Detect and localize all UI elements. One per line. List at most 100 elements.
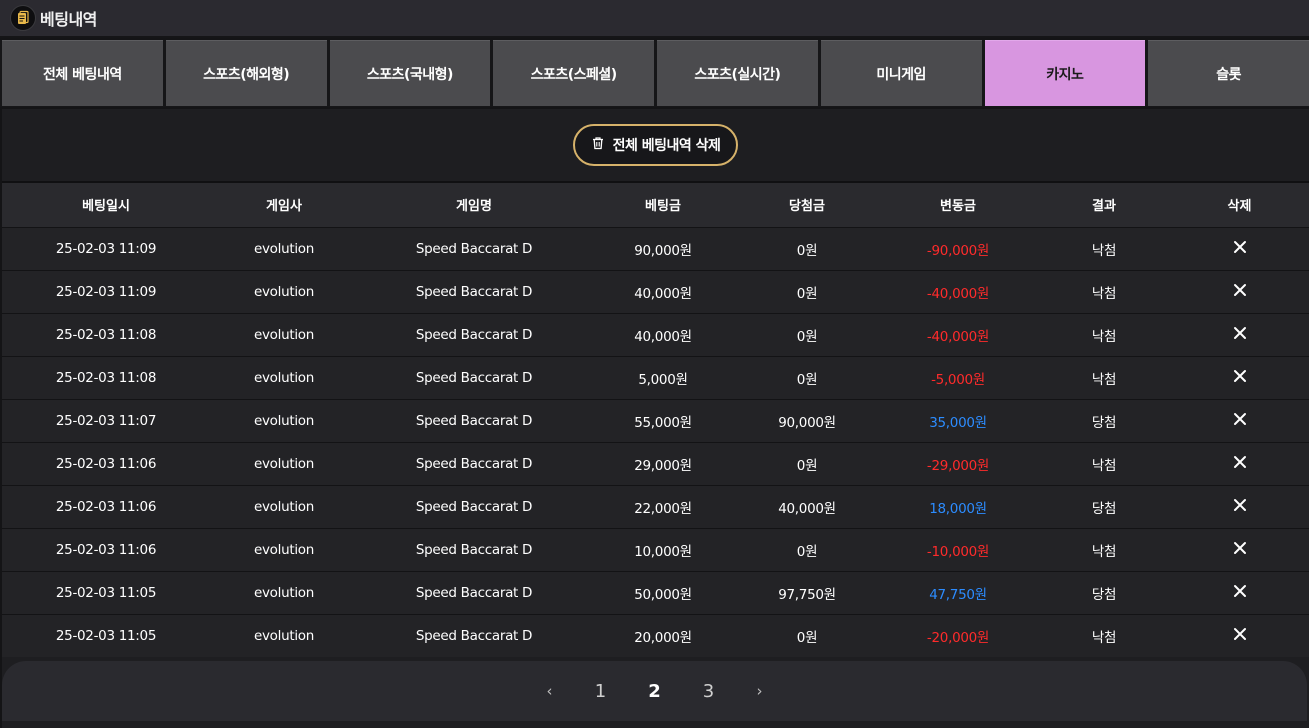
cell-change: 35,000원 [929,414,987,431]
page-3-button[interactable]: 3 [682,681,736,702]
table-row: 25-02-03 11:08 evolution Speed Baccarat D 4… [2,313,1309,356]
cell-game: Speed Baccarat D [415,283,533,300]
cell-provider: evolution [253,584,315,601]
page-1-button[interactable]: 1 [574,681,628,702]
cell-provider: evolution [253,627,315,644]
bet-history-panel: 전체 베팅내역 삭제 베팅일시 게임사 게임명 베팅금 당첨금 변동금 결과 삭… [2,109,1309,728]
delete-all-button[interactable]: 전체 베팅내역 삭제 [572,124,739,166]
tab-sports-overseas[interactable]: 스포츠(해외형) [165,40,327,106]
cell-game: Speed Baccarat D [415,584,533,601]
cell-game: Speed Baccarat D [415,240,533,257]
delete-row-icon[interactable] [1233,283,1247,297]
delete-row-icon[interactable] [1233,326,1247,340]
table-header-row: 베팅일시 게임사 게임명 베팅금 당첨금 변동금 결과 삭제 [2,183,1309,227]
tab-sports-domestic[interactable]: 스포츠(국내형) [329,40,491,106]
delete-row-icon[interactable] [1233,455,1247,469]
header-bet: 베팅금 [645,199,681,215]
cell-change: 18,000원 [929,500,987,517]
cell-datetime: 25-02-03 11:08 [55,326,157,343]
cell-provider: evolution [253,369,315,386]
page-2-button[interactable]: 2 [628,681,682,702]
cell-win: 0원 [796,242,818,259]
tab-sports-live[interactable]: 스포츠(실시간) [657,40,818,106]
cell-game: Speed Baccarat D [415,369,533,386]
cell-provider: evolution [253,412,315,429]
header-game: 게임명 [456,199,492,215]
toolbar: 전체 베팅내역 삭제 [2,109,1309,183]
cell-game: Speed Baccarat D [415,498,533,515]
cell-datetime: 25-02-03 11:05 [55,584,157,601]
next-page-button[interactable]: › [736,682,784,700]
cell-change: 47,750원 [929,586,987,603]
cell-win: 0원 [796,371,818,388]
cell-game: Speed Baccarat D [415,412,533,429]
cell-provider: evolution [253,498,315,515]
trash-icon [591,136,605,154]
cell-datetime: 25-02-03 11:09 [55,283,157,300]
pagination: ‹ 1 2 3 › [2,661,1307,721]
cell-delete [1170,442,1309,485]
cell-datetime: 25-02-03 11:06 [55,455,157,472]
header-datetime: 베팅일시 [82,199,130,215]
delete-row-icon[interactable] [1233,541,1247,555]
cell-bet: 29,000원 [634,457,692,474]
delete-row-icon[interactable] [1233,584,1247,598]
cell-win: 40,000원 [778,500,836,517]
tab-minigame[interactable]: 미니게임 [820,40,982,106]
cell-win: 0원 [796,457,818,474]
table-row: 25-02-03 11:09 evolution Speed Baccarat D 4… [2,270,1309,313]
category-tabs: 전체 베팅내역 스포츠(해외형) 스포츠(국내형) 스포츠(스페셜) 스포츠(실… [0,40,1309,107]
cell-result: 당첨 [1091,414,1117,431]
table-row: 25-02-03 11:07 evolution Speed Baccarat D 5… [2,399,1309,442]
delete-row-icon[interactable] [1233,498,1247,512]
cell-change: -10,000원 [926,543,990,560]
cell-game: Speed Baccarat D [415,455,533,472]
cell-result: 낙첨 [1091,328,1117,345]
cell-result: 당첨 [1091,586,1117,603]
cell-provider: evolution [253,283,315,300]
cell-bet: 5,000원 [638,371,688,388]
tab-slot[interactable]: 슬롯 [1148,40,1309,106]
bet-history-table: 베팅일시 게임사 게임명 베팅금 당첨금 변동금 결과 삭제 25-02-03 … [2,183,1309,657]
delete-all-label: 전체 베팅내역 삭제 [612,138,721,154]
cell-change: -40,000원 [926,285,990,302]
title-bar: 베팅내역 [0,0,1309,38]
delete-row-icon[interactable] [1233,412,1247,426]
prev-page-button[interactable]: ‹ [526,682,574,700]
delete-row-icon[interactable] [1233,369,1247,383]
cell-bet: 50,000원 [634,586,692,603]
table-row: 25-02-03 11:06 evolution Speed Baccarat D 1… [2,528,1309,571]
cell-datetime: 25-02-03 11:08 [55,369,157,386]
cell-game: Speed Baccarat D [415,541,533,558]
table-row: 25-02-03 11:09 evolution Speed Baccarat D 9… [2,227,1309,270]
cell-result: 낙첨 [1091,285,1117,302]
table-row: 25-02-03 11:08 evolution Speed Baccarat D 5… [2,356,1309,399]
tab-sports-special[interactable]: 스포츠(스페셜) [493,40,654,106]
cell-datetime: 25-02-03 11:09 [55,240,157,257]
cell-result: 낙첨 [1091,457,1117,474]
delete-row-icon[interactable] [1233,627,1247,641]
cell-change: -29,000원 [926,457,990,474]
header-change: 변동금 [940,199,976,215]
tab-all-bets[interactable]: 전체 베팅내역 [2,40,163,106]
cell-delete [1170,227,1309,270]
cell-change: -40,000원 [926,328,990,345]
cell-datetime: 25-02-03 11:07 [55,412,157,429]
cell-bet: 10,000원 [634,543,692,560]
header-win: 당첨금 [789,199,825,215]
cell-change: -5,000원 [931,371,985,388]
cell-bet: 20,000원 [634,629,692,646]
cell-result: 낙첨 [1091,242,1117,259]
cell-result: 당첨 [1091,500,1117,517]
cell-game: Speed Baccarat D [415,326,533,343]
header-provider: 게임사 [266,199,302,215]
delete-row-icon[interactable] [1233,240,1247,254]
cell-bet: 40,000원 [634,328,692,345]
page-title: 베팅내역 [40,10,97,29]
cell-change: -90,000원 [926,242,990,259]
cell-result: 낙첨 [1091,629,1117,646]
cell-game: Speed Baccarat D [415,627,533,644]
cell-delete [1170,485,1309,528]
tab-casino[interactable]: 카지노 [984,40,1146,106]
cell-bet: 22,000원 [634,500,692,517]
